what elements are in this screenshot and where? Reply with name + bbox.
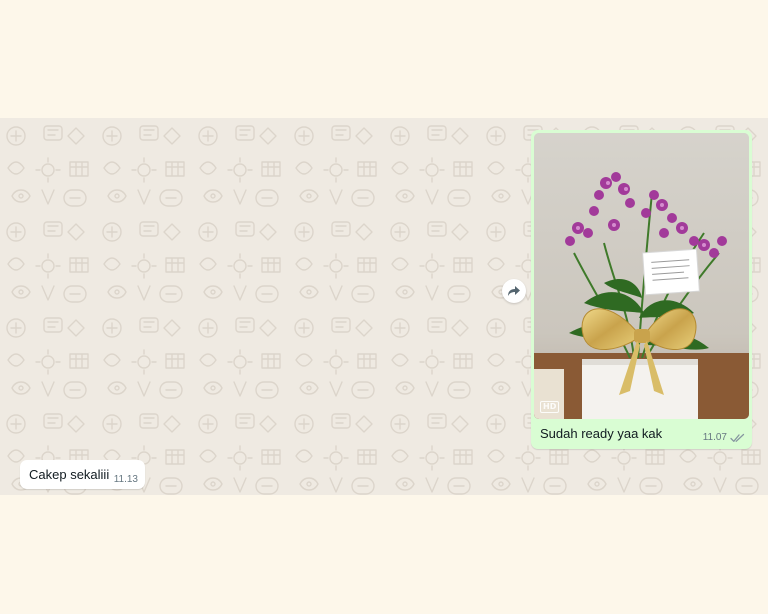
page: HD Sudah ready yaa kak 11.07 Cakep sekal… xyxy=(0,0,768,614)
outgoing-message-bubble[interactable]: HD Sudah ready yaa kak 11.07 xyxy=(531,130,752,449)
hd-badge: HD xyxy=(540,401,560,413)
outgoing-time: 11.07 xyxy=(702,432,727,443)
incoming-message-bubble[interactable]: Cakep sekaliii 11.13 xyxy=(20,460,145,489)
photo-image xyxy=(534,133,749,419)
incoming-time: 11.13 xyxy=(113,474,138,485)
forward-arrow-icon xyxy=(508,286,520,296)
outgoing-meta: 11.07 xyxy=(703,432,745,443)
forward-button[interactable] xyxy=(502,279,526,303)
outgoing-caption: Sudah ready yaa kak xyxy=(540,426,663,441)
double-check-read-icon xyxy=(730,433,745,442)
orchid-photo[interactable]: HD xyxy=(534,133,749,419)
incoming-text: Cakep sekaliii xyxy=(29,467,110,482)
